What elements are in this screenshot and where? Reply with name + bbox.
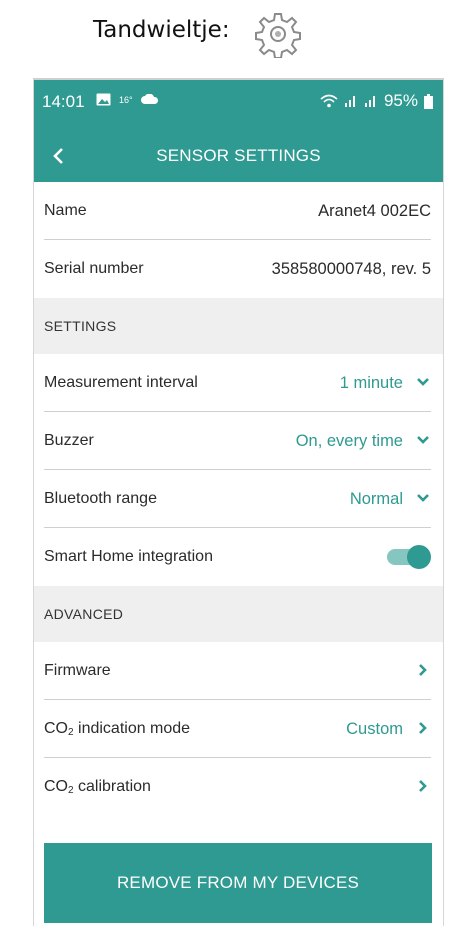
caption-label: Tandwieltje: <box>93 17 230 43</box>
buzzer-value[interactable]: On, every time <box>296 412 403 470</box>
status-temp: 16° <box>119 94 133 105</box>
co2-indication-mode-row[interactable]: CO2 indication mode Custom <box>34 700 443 758</box>
back-button[interactable] <box>34 130 82 182</box>
co2-calibration-label: CO2 calibration <box>44 778 151 796</box>
serial-value: 358580000748, rev. 5 <box>271 260 431 278</box>
gear-icon <box>255 13 301 58</box>
status-icons-left: 16° <box>96 93 159 106</box>
co2-indication-mode-label: CO2 indication mode <box>44 720 191 738</box>
status-time: 14:01 <box>42 92 85 111</box>
remove-from-devices-button[interactable]: REMOVE FROM MY DEVICES <box>44 843 432 923</box>
settings-section-header: SETTINGS <box>34 298 443 354</box>
toggle-knob <box>407 545 431 569</box>
name-row: Name Aranet4 002EC <box>34 182 443 240</box>
measurement-interval-row[interactable]: Measurement interval 1 minute <box>34 354 443 412</box>
bluetooth-range-row[interactable]: Bluetooth range Normal <box>34 470 443 528</box>
bluetooth-range-label: Bluetooth range <box>44 490 157 507</box>
phone-screen: 14:01 16° 95% SENSOR SETTINGS Name Arane… <box>33 78 444 926</box>
chevron-left-icon <box>53 148 63 164</box>
wifi-icon <box>320 94 338 108</box>
signal-icon <box>344 96 355 107</box>
buzzer-label: Buzzer <box>44 432 94 449</box>
chevron-right-icon[interactable] <box>415 778 431 794</box>
firmware-label: Firmware <box>44 662 111 679</box>
advanced-header-label: ADVANCED <box>44 606 124 622</box>
name-label: Name <box>44 202 87 219</box>
image-icon <box>96 93 111 106</box>
status-icons-right: 95% <box>320 91 433 111</box>
firmware-row[interactable]: Firmware <box>34 642 443 700</box>
smart-home-label: Smart Home integration <box>44 548 213 565</box>
battery-percent: 95% <box>383 91 418 110</box>
serial-label: Serial number <box>44 260 144 277</box>
name-value: Aranet4 002EC <box>318 202 431 220</box>
advanced-section-header: ADVANCED <box>34 586 443 642</box>
serial-row: Serial number 358580000748, rev. 5 <box>34 240 443 298</box>
caption: Tandwieltje: <box>0 0 465 78</box>
measurement-interval-label: Measurement interval <box>44 374 198 391</box>
chevron-down-icon[interactable] <box>415 490 431 506</box>
status-bar: 14:01 16° 95% <box>34 80 443 130</box>
smart-home-row: Smart Home integration <box>34 528 443 586</box>
co2-indication-mode-value[interactable]: Custom <box>346 700 403 758</box>
bluetooth-range-value[interactable]: Normal <box>350 470 403 528</box>
settings-header-label: SETTINGS <box>44 318 117 334</box>
signal-icon <box>364 96 375 107</box>
smart-home-toggle[interactable] <box>385 545 431 569</box>
co2-calibration-row[interactable]: CO2 calibration <box>34 758 443 816</box>
chevron-right-icon[interactable] <box>415 720 431 736</box>
app-bar: SENSOR SETTINGS <box>34 130 443 182</box>
battery-icon <box>424 93 433 109</box>
cloud-icon <box>140 94 158 104</box>
page-title: SENSOR SETTINGS <box>156 146 321 165</box>
chevron-right-icon[interactable] <box>415 662 431 678</box>
measurement-interval-value[interactable]: 1 minute <box>340 354 403 412</box>
chevron-down-icon[interactable] <box>415 432 431 448</box>
chevron-down-icon[interactable] <box>415 374 431 390</box>
buzzer-row[interactable]: Buzzer On, every time <box>34 412 443 470</box>
